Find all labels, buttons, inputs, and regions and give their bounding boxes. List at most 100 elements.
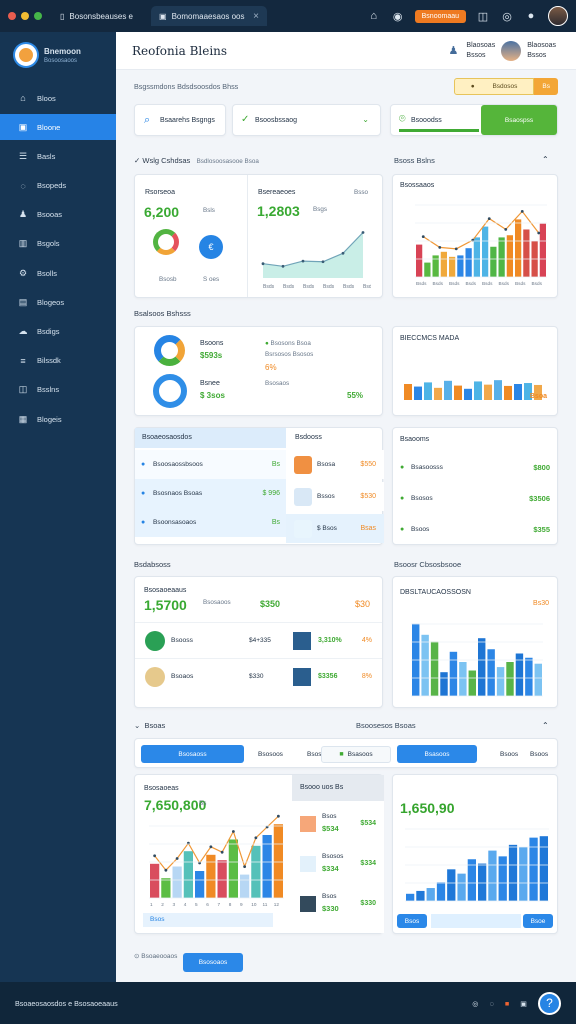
transactions-side: $30 — [355, 599, 371, 609]
tab-close-icon[interactable]: × — [253, 11, 259, 22]
apply-button[interactable]: Bsaospss — [481, 105, 557, 135]
chat-icon[interactable]: ◎ — [472, 999, 478, 1008]
upgrade-button[interactable]: Bsnoomaau — [414, 9, 466, 23]
distribution-card: DBSLTAUCAOSSOSN Bs30 — [392, 576, 558, 708]
message-icon: ◫ — [18, 384, 28, 395]
sidebar-item-4[interactable]: ♟ Bsooas — [0, 202, 116, 228]
trend-button[interactable]: Bsos — [397, 914, 427, 928]
filter-tab-five[interactable]: Bsoos — [530, 751, 548, 758]
list-tab[interactable]: Bsdooss — [295, 434, 322, 441]
shield-icon[interactable]: ◉ — [391, 10, 405, 23]
metric-b-subtitle: Bsgs — [313, 206, 327, 213]
sidebar-item-7[interactable]: ▤ Blogeos — [0, 289, 116, 315]
trend-scroll-track[interactable] — [431, 914, 521, 928]
warning-button[interactable]: ● Bsdosos — [453, 77, 535, 95]
warning-count[interactable]: Bs — [534, 77, 558, 95]
settings-icon[interactable]: ◌ — [490, 999, 494, 1008]
sidebar-item-0[interactable]: ⌂ Bloos — [0, 85, 116, 111]
close-window-button[interactable] — [8, 12, 16, 20]
product-value: $330 — [322, 904, 339, 913]
minimize-window-button[interactable] — [21, 12, 29, 20]
summary-label: Bsoos — [411, 526, 430, 533]
chart-bar — [440, 251, 447, 277]
chart-point — [504, 228, 508, 231]
transactions-title: Bsosaoeaaus — [144, 587, 187, 594]
list-icon: ≡ — [20, 355, 26, 366]
sidebar-item-3[interactable]: ◌ Bsopeds — [0, 173, 116, 199]
chart-bar — [240, 874, 250, 898]
chart-bar — [519, 847, 528, 901]
search-box[interactable]: ⌕ Bsaarehs Bsgngs — [134, 104, 226, 136]
chart-bar — [449, 651, 458, 696]
summary-label: Bsasoosss — [411, 464, 443, 471]
filter-tab-two[interactable]: Bsosoos — [258, 751, 283, 758]
table-row[interactable]: Bsoaos $330 $3356 8% — [135, 658, 382, 694]
avatar[interactable] — [548, 6, 568, 26]
filter-tab-action[interactable]: Bsasoos — [397, 745, 477, 763]
expand-icon[interactable]: ⌃ — [542, 721, 549, 730]
document-icon: ▤ — [18, 296, 28, 307]
grid-icon[interactable]: ▣ — [520, 999, 527, 1008]
maximize-window-button[interactable] — [34, 12, 42, 20]
user-avatar[interactable] — [501, 40, 522, 61]
sidebar-item-2[interactable]: ☰ Basls — [0, 143, 116, 169]
alert-icon[interactable]: ■ — [505, 999, 509, 1008]
warning-control[interactable]: ● Bsdosos Bs — [453, 77, 558, 95]
chart-bar — [506, 662, 514, 696]
sidebar-item-11[interactable]: ▦ Blogeis — [0, 406, 116, 432]
area-point — [301, 259, 305, 263]
help-icon[interactable]: ? — [538, 991, 561, 1015]
product-card-label: $ Bsos — [317, 525, 337, 532]
chart-bar — [273, 824, 283, 898]
trend-button-secondary[interactable]: Bsoe — [523, 914, 553, 928]
select-dropdown[interactable]: ✓ Bsoosbssaog ⌄ — [232, 104, 381, 136]
sidebar-item-6[interactable]: ⚙ Bsolls — [0, 260, 116, 286]
product-row[interactable]: Bsos $330 $330 — [292, 885, 384, 923]
list-item[interactable]: ● Bsosnaos Bsoas $ 996 — [135, 479, 286, 508]
filter-chip[interactable]: ■ Bsasoos — [321, 746, 391, 763]
home-icon[interactable]: ⌂ — [367, 10, 381, 22]
sidebar-item-10[interactable]: ◫ Bsslns — [0, 377, 116, 403]
footer-button[interactable]: Bsosoaos — [183, 953, 243, 972]
chart-bar — [504, 385, 512, 400]
row2-value: $ 3sos — [200, 391, 225, 400]
filter-tab-primary[interactable]: Bsosaoss — [141, 745, 244, 763]
chat-icon[interactable]: ◫ — [476, 10, 490, 23]
active-browser-tab[interactable]: ▣ Bomomaaesaos oos × — [151, 6, 268, 26]
tab-title: Bosonsbeauses e — [69, 11, 134, 21]
table-row[interactable]: Bsooss $4+335 3,310% 4% — [135, 622, 382, 658]
summary-row[interactable]: ● Bsoos $355 — [393, 514, 557, 545]
chart-x-label: 8 — [229, 902, 232, 907]
notification-icon[interactable]: ● — [524, 10, 538, 22]
product-value: $334 — [322, 864, 339, 873]
brand[interactable]: Bnemoon Bosoosaoos — [0, 36, 116, 74]
filter-control[interactable]: ⌾ Bsooodss Bsaospss — [390, 104, 558, 136]
browser-tab[interactable]: ▯ Bosonsbeauses e — [52, 6, 141, 26]
chart-point — [276, 814, 280, 818]
profile-icon[interactable]: ◎ — [500, 10, 514, 23]
chart-bar — [161, 878, 171, 898]
sidebar-item-8[interactable]: ☁ Bsdigs — [0, 319, 116, 345]
summary-row[interactable]: ● Bsosos $3506 — [393, 483, 557, 514]
product-row[interactable]: Bsos $534 $534 — [292, 805, 384, 843]
summary-value: $355 — [533, 525, 550, 534]
sidebar-item-9[interactable]: ≡ Bilssdk — [0, 348, 116, 374]
list-item[interactable]: ● Bsoonsasoaos Bs — [135, 508, 286, 537]
list-item[interactable]: ● Bsoosaossbsoos Bs — [135, 450, 286, 479]
trend-value: 1,650,90 — [400, 800, 455, 816]
distribution-chart — [411, 623, 543, 697]
filter-tab-four[interactable]: Bsoos — [500, 751, 518, 758]
user-menu[interactable]: ♟ Blaosoas Bssos Blaosoas Bssos — [446, 40, 556, 61]
product-row[interactable]: Bsosos $334 $334 — [292, 845, 384, 883]
sidebar-item-5[interactable]: ▥ Bsgols — [0, 231, 116, 257]
users-icon: ♟ — [18, 209, 28, 220]
expand-icon[interactable]: ⌃ — [542, 155, 549, 164]
sidebar-item-1[interactable]: ▣ Bloone — [0, 114, 116, 141]
revenue-label: Bsosaoeas — [144, 785, 179, 792]
summary-row[interactable]: ● Bsasoosss $800 — [393, 452, 557, 483]
product-card[interactable]: Bssos $530 — [286, 482, 384, 511]
product-card[interactable]: Bsosa $550 — [286, 450, 384, 479]
product-card[interactable]: $ Bsos Bsas — [286, 514, 384, 543]
row-change: $3356 — [318, 673, 338, 680]
chart-x-label: Bsds — [515, 281, 526, 286]
